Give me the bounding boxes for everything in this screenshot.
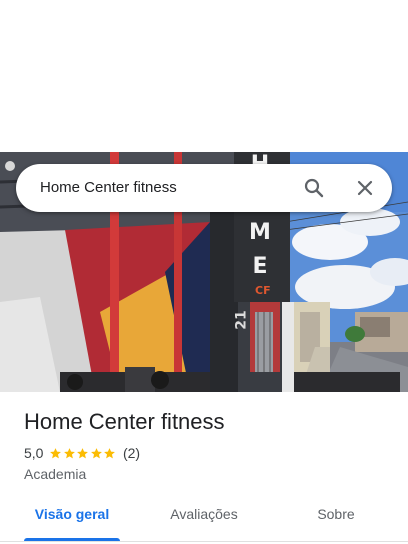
review-count[interactable]: (2) (123, 445, 140, 461)
rating-stars (49, 447, 117, 460)
search-icon[interactable] (302, 176, 326, 200)
sign-letter: M (249, 220, 271, 245)
star-icon (104, 447, 116, 458)
rating-value: 5,0 (24, 445, 44, 461)
tab-about[interactable]: Sobre (296, 494, 376, 534)
door-number: 21 (233, 310, 250, 330)
tabs-divider (0, 541, 408, 542)
rating-row[interactable]: 5,0 (2) (24, 444, 140, 462)
tab-reviews[interactable]: Avaliações (152, 494, 256, 534)
star-icon (64, 447, 75, 458)
map-area-blank (0, 0, 408, 152)
sign-logo: CF (255, 284, 271, 297)
place-title: Home Center fitness (24, 409, 225, 434)
star-icon (50, 447, 62, 458)
star-icon (91, 447, 102, 458)
place-category: Academia (24, 466, 87, 482)
star-icon (77, 447, 89, 458)
sign-letter: E (252, 254, 268, 279)
close-icon[interactable] (353, 176, 377, 200)
search-bar[interactable]: Home Center fitness (16, 164, 392, 212)
search-input[interactable]: Home Center fitness (40, 164, 177, 212)
tab-overview[interactable]: Visão geral (24, 494, 120, 534)
place-tabs: Visão geral Avaliações Sobre (0, 494, 408, 544)
